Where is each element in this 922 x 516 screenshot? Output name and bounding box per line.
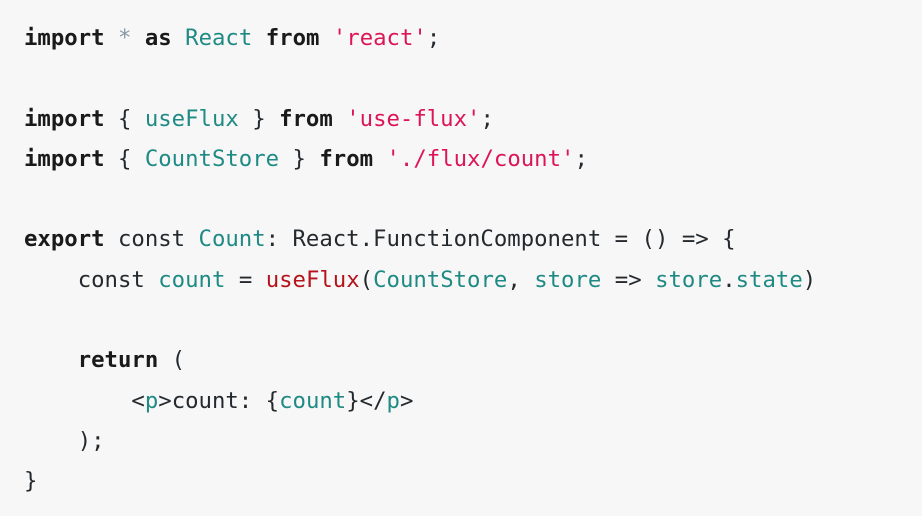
code-line: import { useFlux } from 'use-flux'; (24, 99, 922, 139)
code-line: export const Count: React.FunctionCompon… (24, 219, 922, 259)
code-token: { (708, 226, 736, 253)
code-token: from (319, 145, 374, 172)
code-token: . (722, 266, 736, 293)
code-token: state (735, 266, 803, 293)
code-token: => (614, 266, 642, 293)
code-line: const count = useFlux(CountStore, store … (24, 260, 922, 300)
code-token: , (507, 266, 535, 293)
code-token: count (158, 266, 226, 293)
code-token: 'react' (332, 25, 427, 51)
code-line: import { CountStore } from './flux/count… (24, 139, 922, 179)
code-token: store (534, 266, 602, 293)
code-token: p (144, 387, 159, 414)
code-token: const (24, 266, 159, 293)
code-token: from (279, 105, 333, 132)
code-token: Count (198, 226, 266, 253)
code-token: 'use-flux' (346, 105, 481, 132)
code-token: > (399, 387, 414, 414)
code-token: } (24, 468, 38, 495)
code-token: ; (426, 25, 441, 51)
code-token: as (144, 25, 172, 51)
code-line: return ( (24, 340, 922, 380)
code-token: { (104, 145, 145, 172)
code-token: = (238, 266, 253, 293)
code-token: < (24, 387, 145, 414)
code-line: ​ (24, 300, 922, 340)
code-token: ( (359, 266, 374, 293)
code-line: ​ (24, 179, 922, 219)
code-line: ); (24, 421, 922, 461)
code-token: import (24, 145, 105, 172)
code-token: }</ (346, 387, 387, 414)
code-line: import * as React from 'react'; (24, 18, 922, 58)
code-token: () (628, 226, 682, 253)
code-token: count (279, 387, 347, 414)
code-token: ) (802, 266, 817, 293)
code-token: React (185, 25, 253, 51)
code-line: ​ (24, 58, 922, 98)
code-token: : React.FunctionComponent (265, 226, 615, 253)
code-token: './flux/count' (386, 145, 575, 172)
code-token: return (77, 347, 159, 374)
code-token: import (24, 105, 105, 132)
code-token: } (238, 105, 280, 132)
code-token: useFlux (144, 105, 239, 132)
code-line: <p>count: {count}</p> (24, 381, 922, 421)
code-token: => (681, 226, 709, 253)
code-token: >count: { (158, 387, 280, 414)
code-token: export (24, 226, 105, 253)
code-token: ; (574, 145, 588, 172)
code-token: const (104, 226, 199, 253)
code-token: import (24, 25, 105, 51)
code-block: import * as React from 'react';​import {… (0, 0, 922, 516)
code-token: ; (480, 105, 494, 132)
code-token: } (279, 145, 320, 172)
code-token: ); (24, 427, 105, 454)
code-token: useFlux (265, 266, 360, 293)
code-token: = (614, 226, 629, 253)
code-token: CountStore (373, 266, 508, 293)
code-token: from (265, 25, 320, 51)
code-token: { (104, 105, 145, 132)
code-token: p (386, 387, 400, 414)
code-line: } (24, 461, 922, 501)
code-token: * (117, 25, 132, 51)
code-token: ( (158, 347, 186, 374)
code-token: store (655, 266, 723, 293)
code-token: CountStore (144, 145, 280, 172)
